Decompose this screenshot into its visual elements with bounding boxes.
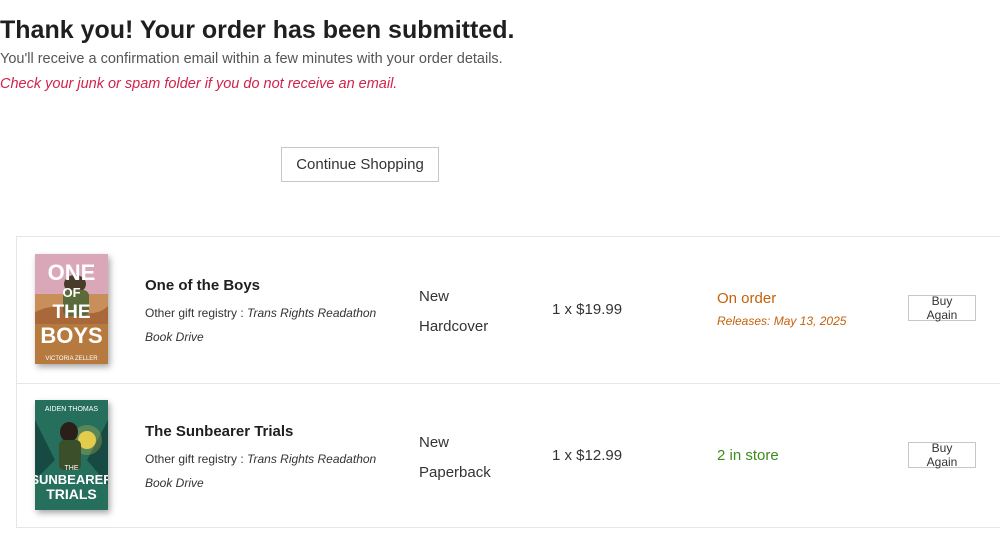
book-cover-sunbearer-trials[interactable]: AIDEN THOMAS THE SUNBEARER TRIALS	[35, 400, 108, 510]
book-title[interactable]: One of the Boys	[145, 277, 260, 294]
gift-registry-info: Other gift registry : Trans Rights Reada…	[145, 301, 385, 349]
spam-folder-note: Check your junk or spam folder if you do…	[0, 76, 398, 92]
stock-status: 2 in store	[717, 447, 779, 464]
item-condition: New	[419, 288, 450, 305]
cover-text-the: THE	[53, 302, 91, 323]
cover-text-one: ONE	[48, 260, 96, 285]
cover-author: AIDEN THOMAS	[45, 406, 98, 413]
continue-shopping-button[interactable]: Continue Shopping	[281, 147, 439, 182]
item-price: 1 x $19.99	[552, 301, 623, 318]
gift-registry-info: Other gift registry : Trans Rights Reada…	[145, 447, 385, 495]
cover-author: VICTORIA ZELLER	[45, 356, 98, 362]
item-price: 1 x $12.99	[552, 447, 623, 464]
cover-text-trials: TRIALS	[46, 486, 97, 502]
release-date: Releases: May 13, 2025	[717, 314, 847, 328]
order-items-list: ONE OF THE BOYS VICTORIA ZELLER One of t…	[16, 236, 1000, 528]
order-item-row: ONE OF THE BOYS VICTORIA ZELLER One of t…	[17, 237, 1000, 384]
book-title[interactable]: The Sunbearer Trials	[145, 423, 293, 440]
item-format: New Paperback	[419, 428, 491, 488]
cover-text-boys: BOYS	[40, 323, 102, 348]
registry-label: Other gift registry :	[145, 452, 248, 466]
confirmation-title: Thank you! Your order has been submitted…	[0, 16, 515, 44]
item-binding: Paperback	[419, 464, 491, 481]
item-condition: New	[419, 434, 450, 451]
order-item-row: AIDEN THOMAS THE SUNBEARER TRIALS The Su…	[17, 383, 1000, 529]
buy-again-button[interactable]: Buy Again	[908, 294, 976, 322]
stock-status: On order	[717, 290, 777, 307]
cover-text-of: OF	[62, 285, 80, 300]
cover-text-sunbearer: SUNBEARER	[35, 472, 108, 487]
cover-text-the: THE	[65, 465, 79, 472]
buy-again-button[interactable]: Buy Again	[908, 441, 976, 469]
item-format: New Hardcover	[419, 282, 488, 342]
confirmation-subtitle: You'll receive a confirmation email with…	[0, 51, 503, 67]
book-cover-one-of-the-boys[interactable]: ONE OF THE BOYS VICTORIA ZELLER	[35, 254, 108, 364]
registry-label: Other gift registry :	[145, 306, 248, 320]
item-binding: Hardcover	[419, 318, 489, 335]
